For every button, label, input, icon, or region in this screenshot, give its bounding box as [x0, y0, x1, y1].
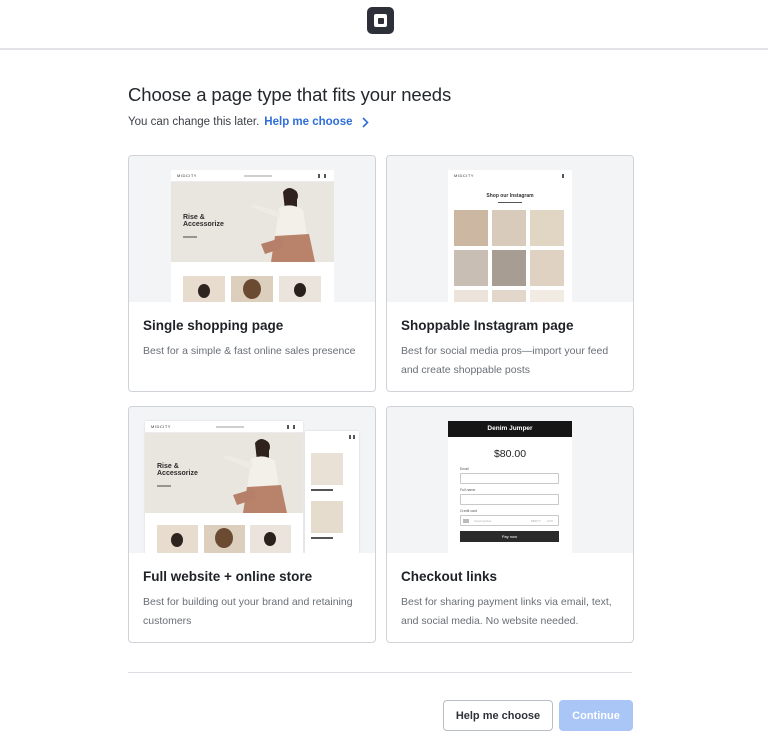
- page-subtitle: You can change this later. Help me choos…: [128, 116, 369, 128]
- card-full-website-online-store[interactable]: MIDCITY Rise & Accessorize Full website …: [128, 406, 376, 643]
- page-title: Choose a page type that fits your needs: [128, 84, 452, 105]
- help-me-choose-link[interactable]: Help me choose: [264, 116, 369, 128]
- chevron-right-icon: [361, 116, 369, 128]
- preview-site-mockup: MIDCITY Rise & Accessorize: [171, 170, 334, 302]
- help-me-choose-button[interactable]: Help me choose: [443, 700, 553, 731]
- card-preview: MIDCITY Rise & Accessorize: [129, 156, 375, 302]
- card-checkout-links[interactable]: Denim Jumper $80.00 Email Full name Cred…: [386, 406, 634, 643]
- card-shoppable-instagram-page[interactable]: MIDCITY Shop our Instagram Shoppable Ins…: [386, 155, 634, 392]
- card-preview: MIDCITY Rise & Accessorize: [129, 407, 375, 553]
- card-preview: Denim Jumper $80.00 Email Full name Cred…: [387, 407, 633, 553]
- card-single-shopping-page[interactable]: MIDCITY Rise & Accessorize Single shoppi…: [128, 155, 376, 392]
- subtitle-text: You can change this later.: [128, 116, 260, 128]
- help-link-label: Help me choose: [264, 116, 353, 128]
- card-title: Checkout links: [401, 569, 498, 584]
- card-description: Best for building out your brand and ret…: [143, 596, 353, 627]
- top-bar: [0, 0, 768, 50]
- preview-instagram-mockup: MIDCITY Shop our Instagram: [448, 170, 572, 302]
- preview-site-mockup: MIDCITY Rise & Accessorize: [145, 421, 303, 553]
- card-title: Single shopping page: [143, 318, 284, 333]
- card-description: Best for social media pros—import your f…: [401, 345, 609, 376]
- preview-checkout-mockup: Denim Jumper $80.00 Email Full name Cred…: [448, 421, 572, 553]
- card-description: Best for a simple & fast online sales pr…: [143, 345, 356, 357]
- square-logo-icon: [367, 7, 394, 34]
- preview-mobile-mockup: [305, 431, 359, 553]
- continue-button[interactable]: Continue: [559, 700, 633, 731]
- card-description: Best for sharing payment links via email…: [401, 596, 612, 627]
- card-title: Full website + online store: [143, 569, 313, 584]
- card-title: Shoppable Instagram page: [401, 318, 574, 333]
- card-preview: MIDCITY Shop our Instagram: [387, 156, 633, 302]
- footer-divider: [128, 672, 632, 673]
